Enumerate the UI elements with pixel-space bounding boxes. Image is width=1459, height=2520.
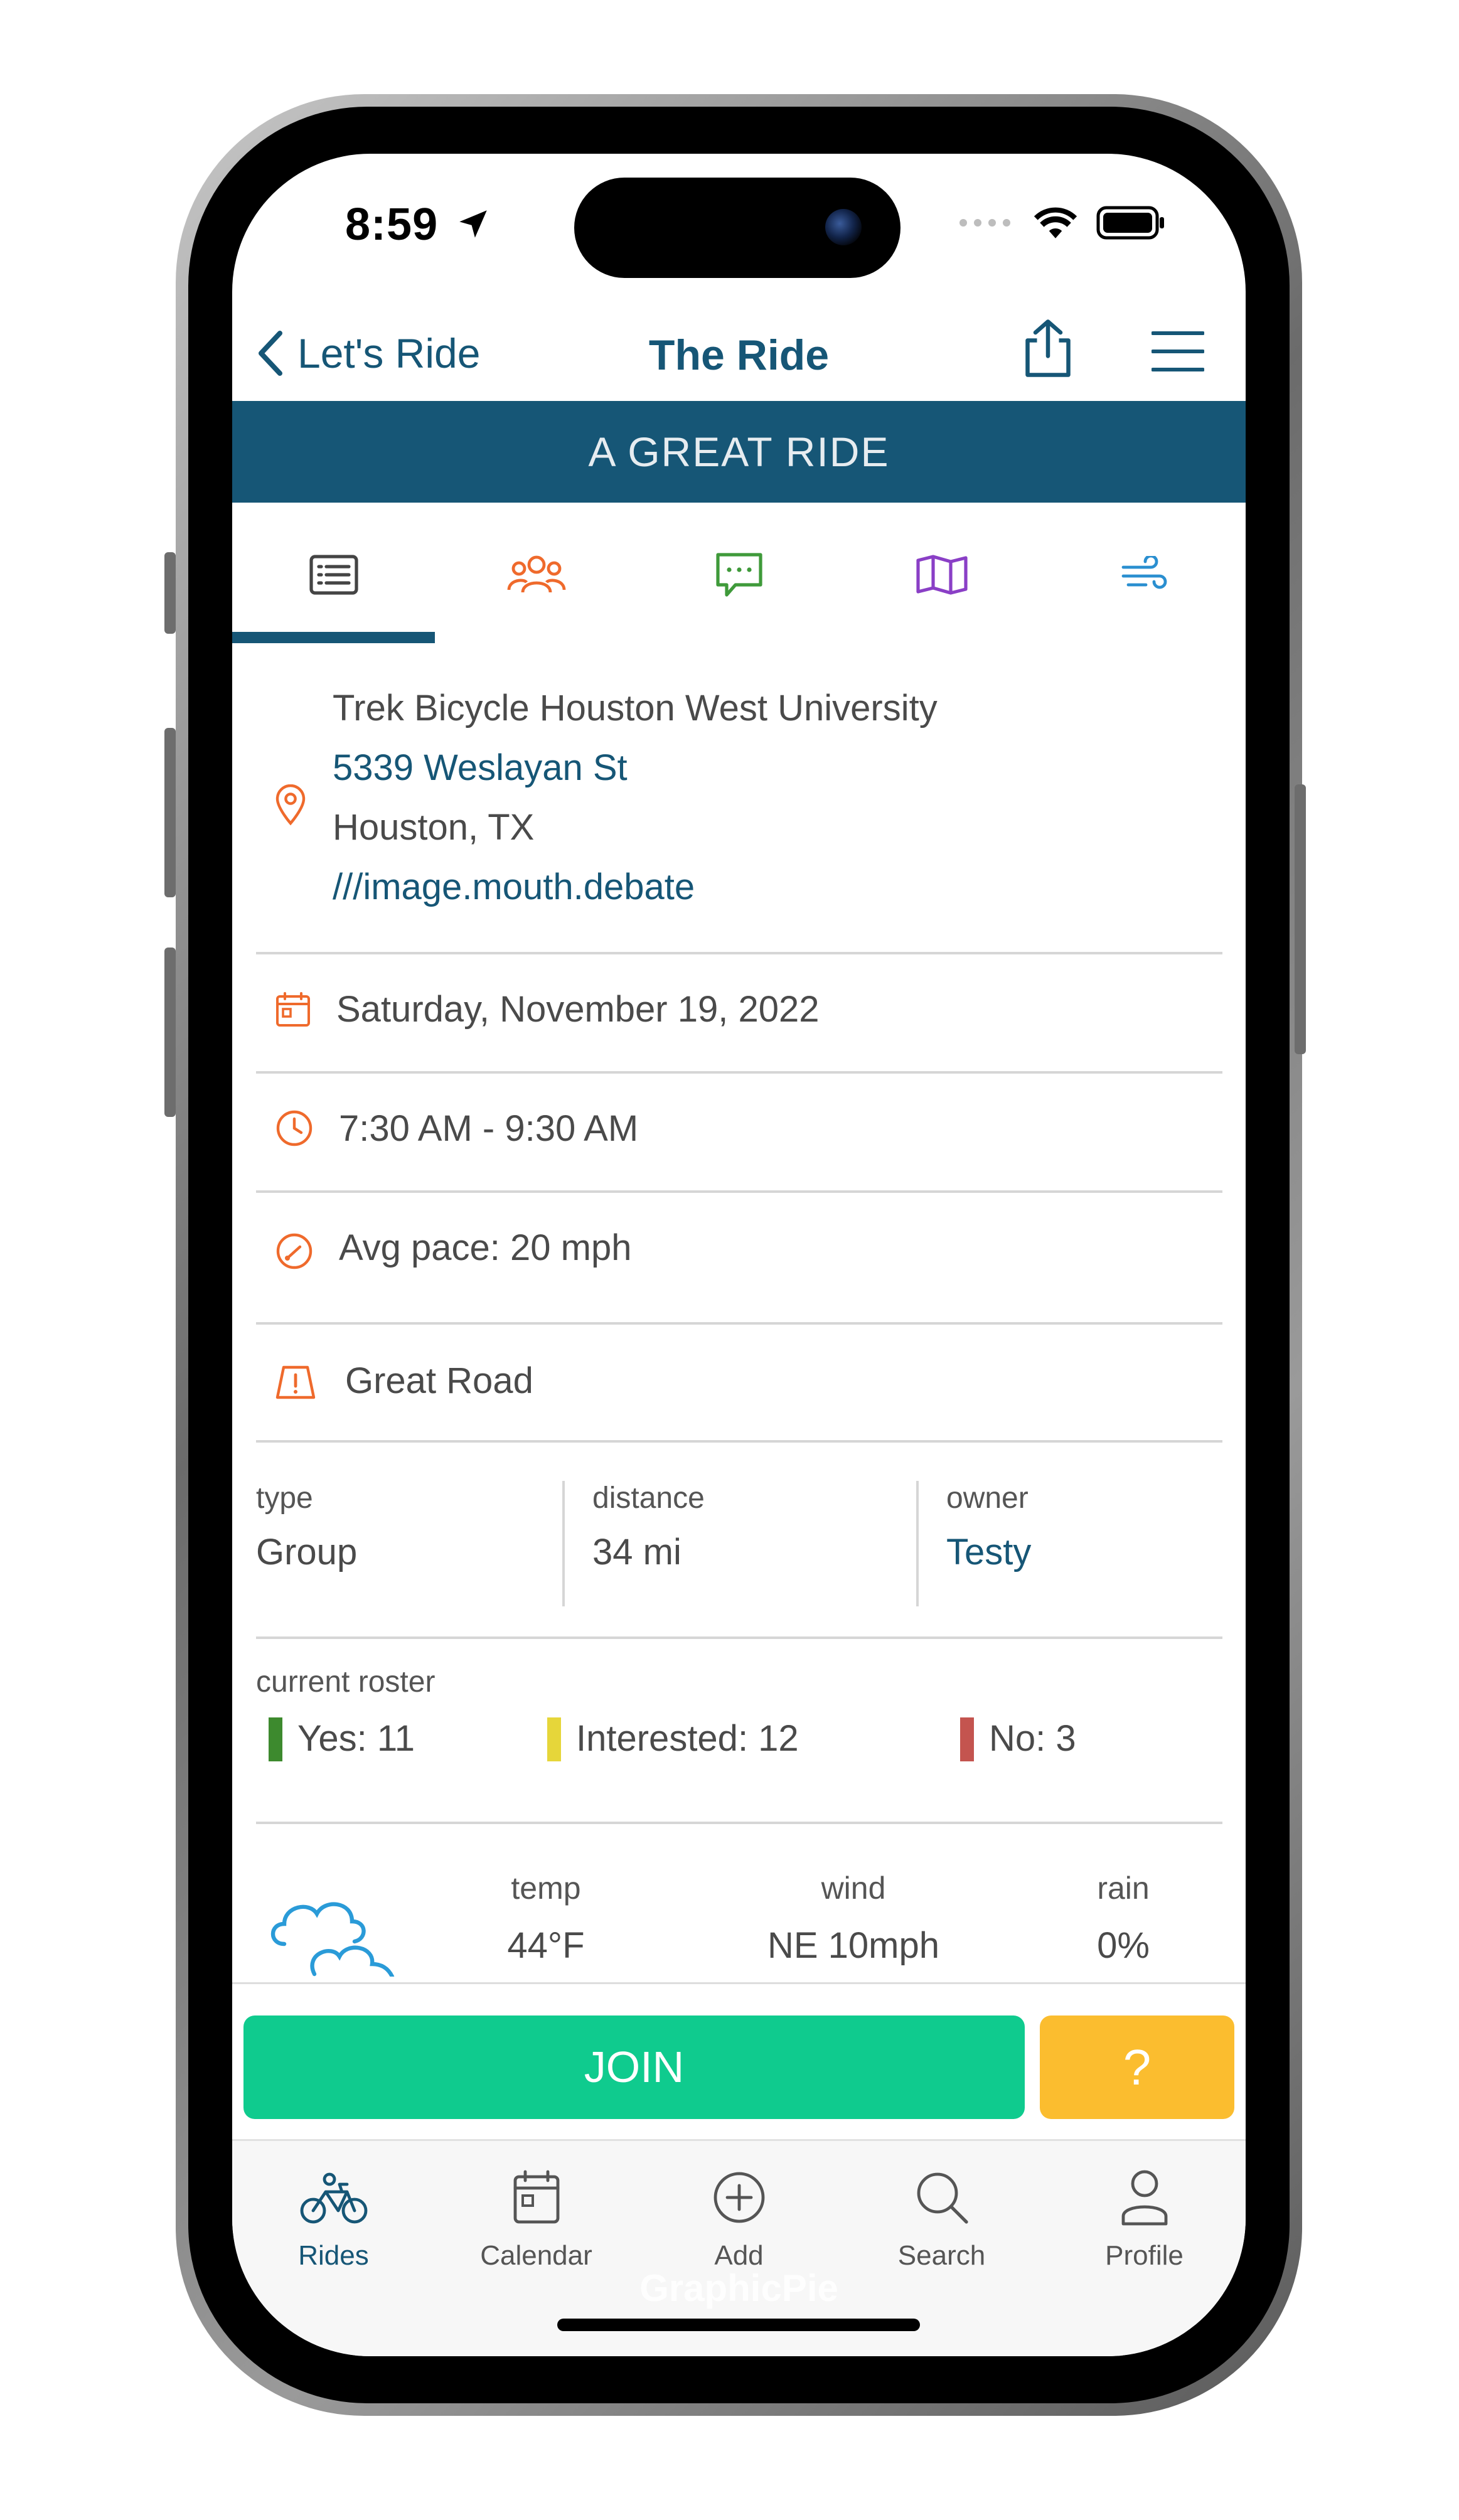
type-value: Group <box>256 1532 358 1572</box>
share-icon <box>1025 319 1071 377</box>
owner-label: owner <box>946 1482 1029 1515</box>
wind-icon <box>1121 556 1167 589</box>
tabbar-profile[interactable]: Profile <box>1043 2160 1246 2272</box>
roster-yes-count[interactable]: Yes: 11 <box>297 1717 415 1759</box>
divider <box>256 1636 1222 1639</box>
what3words-link[interactable]: ///image.mouth.debate <box>333 866 695 908</box>
status-time: 8:59 <box>345 199 491 250</box>
action-bar: JOIN ? <box>232 1982 1246 2139</box>
column-divider <box>562 1481 565 1606</box>
menu-button[interactable] <box>1151 331 1205 375</box>
rain-value: 0% <box>1097 1925 1150 1966</box>
status-icons <box>958 205 1165 240</box>
divider <box>256 1071 1222 1074</box>
volume-up-button <box>164 728 176 897</box>
status-time-text: 8:59 <box>345 200 439 250</box>
road-type: Great Road <box>345 1360 533 1401</box>
navigation-bar: Let's Ride The Ride <box>232 292 1246 417</box>
location-arrow-icon <box>459 210 487 238</box>
volume-down-button <box>164 948 176 1117</box>
ride-name-banner: A GREAT RIDE <box>232 401 1246 503</box>
roster-no-count[interactable]: No: 3 <box>989 1717 1076 1759</box>
search-icon <box>917 2172 968 2224</box>
details-list-icon <box>309 555 358 595</box>
tab-map[interactable] <box>840 503 1043 647</box>
tabbar-add[interactable]: Add <box>638 2160 840 2272</box>
temp-value: 44°F <box>507 1925 585 1966</box>
tabbar-search[interactable]: Search <box>840 2160 1043 2272</box>
tabbar-calendar[interactable]: Calendar <box>435 2160 638 2272</box>
bicycle-icon <box>300 2172 367 2224</box>
average-pace: Avg pace: 20 mph <box>339 1227 632 1268</box>
interested-color-bar <box>547 1717 561 1761</box>
action-button <box>164 552 176 634</box>
join-button[interactable]: JOIN <box>243 2015 1025 2119</box>
ride-time: 7:30 AM - 9:30 AM <box>339 1108 639 1149</box>
location-street-link[interactable]: 5339 Weslayan St <box>333 747 628 789</box>
column-divider <box>916 1481 919 1606</box>
location-name: Trek Bicycle Houston West University <box>333 688 938 729</box>
speedometer-icon <box>276 1233 313 1269</box>
battery-icon <box>1096 206 1164 240</box>
add-circle-icon <box>713 2172 764 2223</box>
roster-label: current roster <box>256 1665 436 1699</box>
riders-group-icon <box>507 555 565 593</box>
location-pin-icon <box>275 784 306 826</box>
wind-value: NE 10mph <box>767 1925 940 1966</box>
home-indicator[interactable] <box>557 2319 920 2331</box>
calendar-icon <box>276 992 310 1027</box>
divider <box>256 1322 1222 1325</box>
ride-date: Saturday, November 19, 2022 <box>336 989 820 1030</box>
tab-chat[interactable] <box>638 503 840 647</box>
signal-dots-icon <box>959 219 1010 227</box>
divider <box>256 1822 1222 1824</box>
tab-details[interactable] <box>232 503 435 647</box>
no-color-bar <box>960 1717 974 1761</box>
road-warning-icon <box>275 1365 316 1399</box>
owner-link[interactable]: Testy <box>946 1531 1031 1573</box>
maybe-button[interactable]: ? <box>1040 2015 1234 2119</box>
hamburger-menu-icon <box>1151 331 1205 371</box>
chat-bubble-icon <box>715 553 762 597</box>
tabbar-rides[interactable]: Rides <box>232 2160 435 2272</box>
camera-icon <box>825 209 862 245</box>
wifi-icon <box>1034 207 1077 238</box>
cloudy-weather-icon <box>271 1902 395 1977</box>
distance-label: distance <box>592 1482 705 1515</box>
divider <box>256 1190 1222 1193</box>
tab-wind[interactable] <box>1043 503 1246 647</box>
wind-label: wind <box>821 1871 886 1906</box>
clock-icon <box>276 1110 313 1146</box>
map-icon <box>916 555 968 595</box>
divider <box>256 1440 1222 1443</box>
tab-riders[interactable] <box>435 503 638 647</box>
page-title: The Ride <box>648 331 830 379</box>
detail-tabs <box>232 503 1246 647</box>
type-label: type <box>256 1482 313 1515</box>
temp-label: temp <box>511 1871 581 1906</box>
watermark: GraphicPie <box>639 2267 838 2309</box>
profile-icon <box>1121 2170 1167 2226</box>
dynamic-island <box>574 178 901 278</box>
location-city: Houston, TX <box>333 807 535 848</box>
distance-value: 34 mi <box>592 1532 681 1572</box>
yes-color-bar <box>269 1717 282 1761</box>
calendar-icon <box>513 2170 559 2224</box>
power-button <box>1295 784 1306 1054</box>
active-tab-indicator <box>232 632 435 643</box>
share-button[interactable] <box>1020 317 1076 383</box>
roster-interested-count[interactable]: Interested: 12 <box>576 1717 799 1759</box>
rain-label: rain <box>1097 1871 1150 1906</box>
app-screen: 8:59 Let's Ride The Ride A GREAT RIDE Tr… <box>232 154 1246 2356</box>
divider <box>256 952 1222 954</box>
